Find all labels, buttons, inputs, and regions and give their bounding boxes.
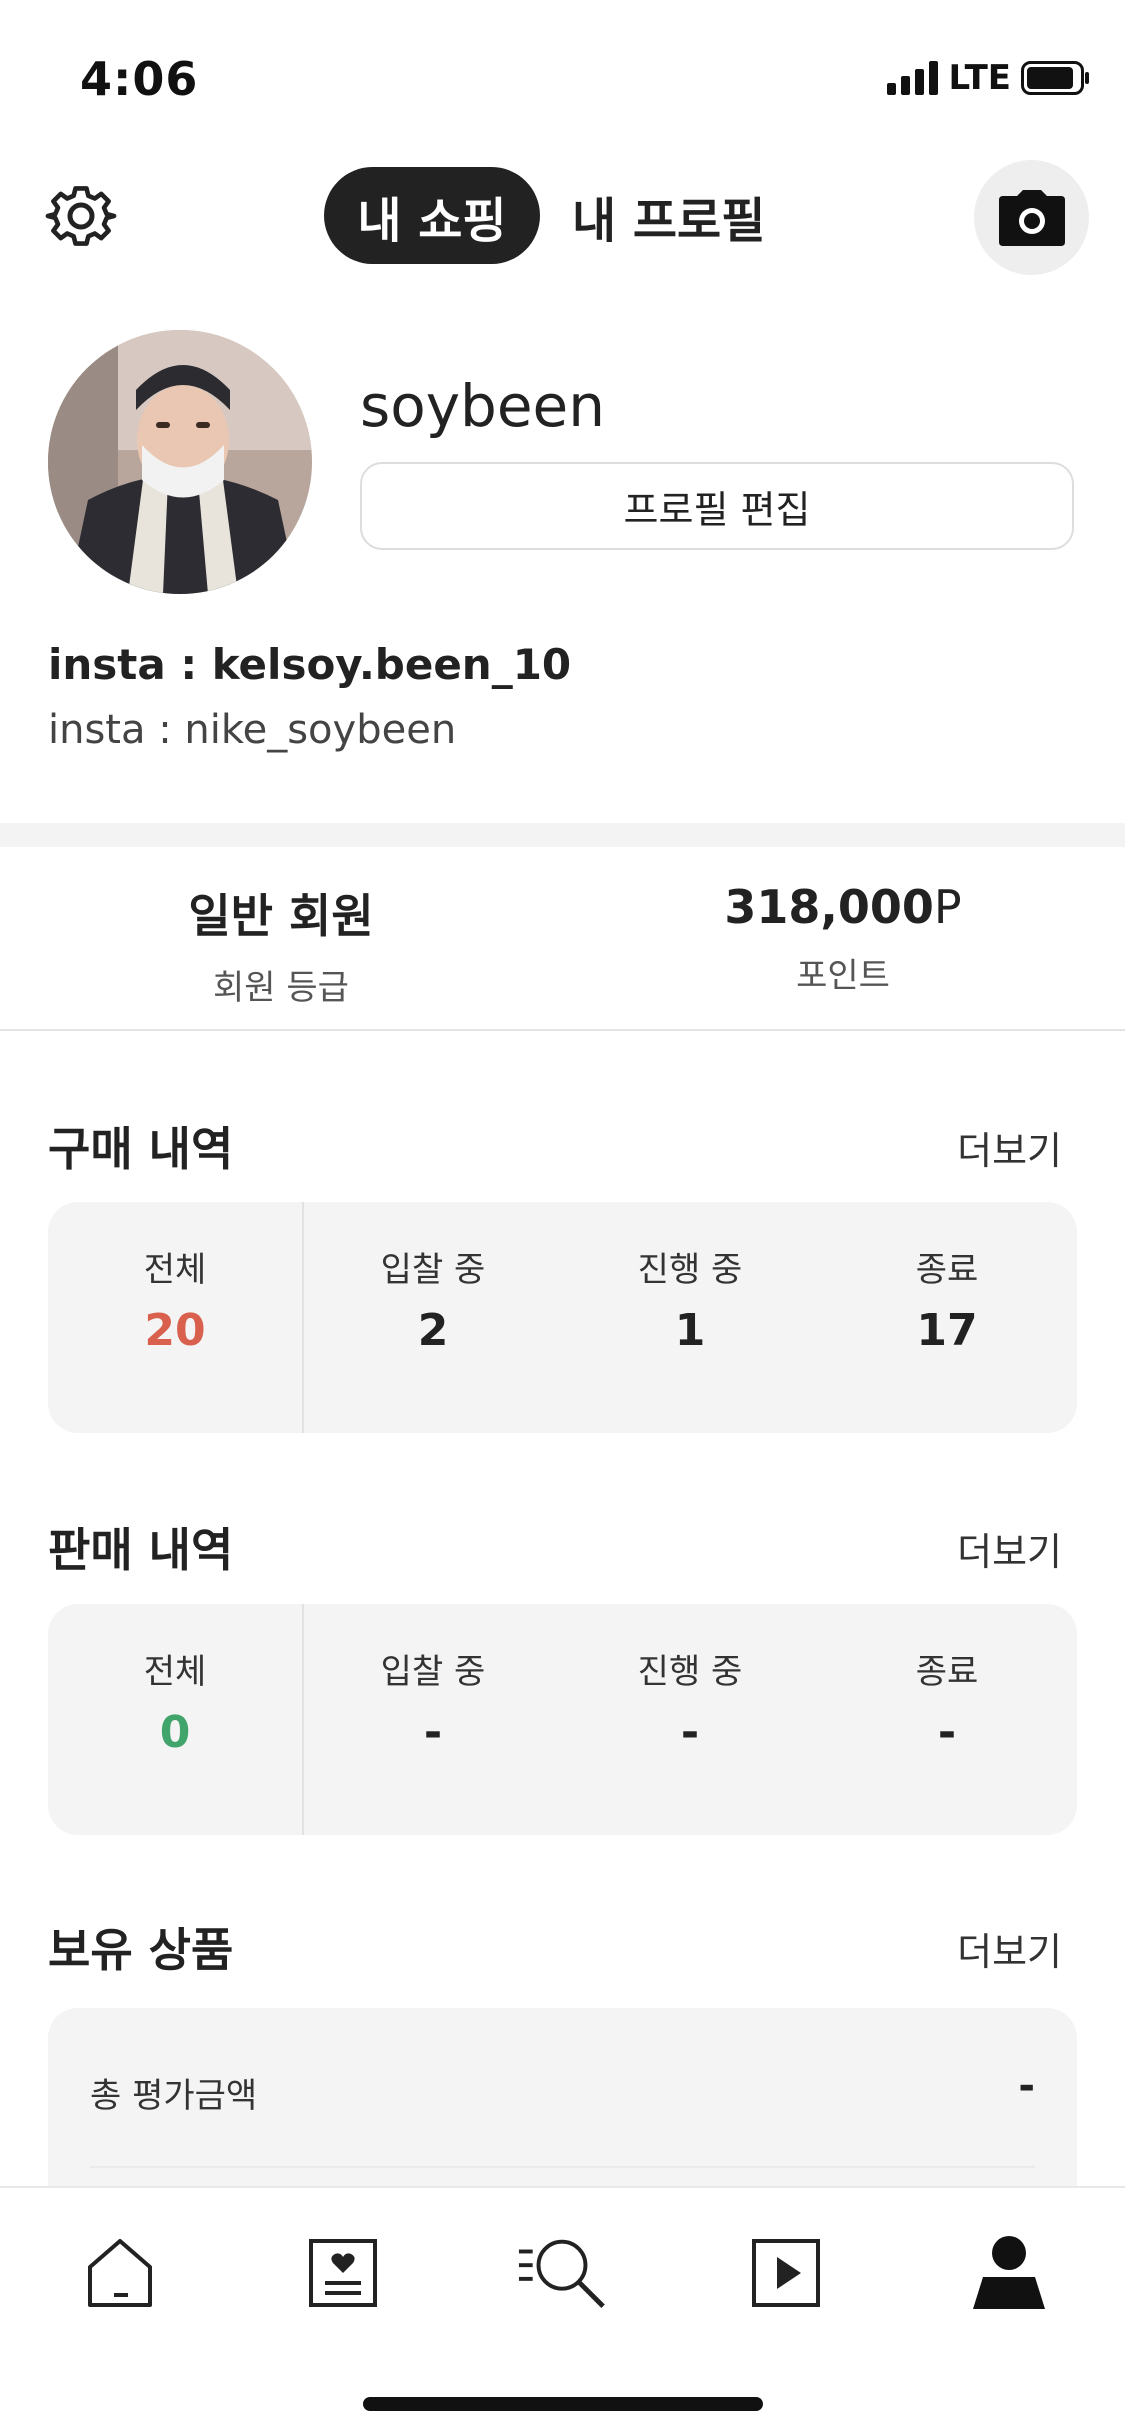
cell-label: 진행 중 xyxy=(637,1652,743,1692)
points[interactable]: 318,000P 포인트 xyxy=(562,880,1124,997)
cell-label: 전체 xyxy=(143,1250,207,1290)
cell-value: 0 xyxy=(159,1707,191,1758)
sales-more-link[interactable]: 더보기 xyxy=(957,1521,1062,1576)
settings-button[interactable] xyxy=(40,175,122,257)
nav-my-page[interactable] xyxy=(964,2228,1054,2318)
network-label: LTE xyxy=(948,58,1011,98)
cell-label: 입찰 중 xyxy=(380,1652,486,1692)
purchase-more-link[interactable]: 더보기 xyxy=(957,1120,1062,1175)
battery-icon xyxy=(1021,61,1089,95)
tab-my-shopping[interactable]: 내 쇼핑 xyxy=(324,167,540,264)
purchase-in-progress[interactable]: 진행 중 1 xyxy=(590,1242,790,1356)
sales-summary-card: 전체 0 입찰 중 - 진행 중 - 종료 - xyxy=(48,1604,1077,1835)
bio-line-1: insta : kelsoy.been_10 xyxy=(48,640,572,689)
username: soybeen xyxy=(360,372,605,440)
grade-label: 회원 등급 xyxy=(213,968,349,1008)
search-list-icon xyxy=(518,2239,605,2308)
points-label: 포인트 xyxy=(796,956,890,996)
cell-value: 20 xyxy=(144,1305,206,1356)
sales-history-title: 판매 내역 xyxy=(48,1523,234,1577)
cell-value: 1 xyxy=(674,1305,706,1356)
tab-my-profile[interactable]: 내 프로필 xyxy=(572,167,765,264)
grade-value: 일반 회원 xyxy=(188,889,374,943)
points-value: 318,000P xyxy=(724,880,962,934)
camera-icon xyxy=(998,189,1065,246)
total-value-label: 총 평가금액 xyxy=(90,2076,258,2116)
nav-feed[interactable] xyxy=(298,2228,388,2318)
sales-in-progress[interactable]: 진행 중 - xyxy=(590,1644,790,1758)
cell-label: 진행 중 xyxy=(637,1250,743,1290)
bio-line-2: insta : nike_soybeen xyxy=(48,707,457,753)
divider xyxy=(0,1029,1125,1031)
home-indicator[interactable] xyxy=(363,2397,763,2411)
cell-label: 입찰 중 xyxy=(380,1250,486,1290)
card-divider xyxy=(302,1202,304,1433)
heart-card-icon xyxy=(309,2239,377,2307)
total-value: - xyxy=(1018,2063,1035,2109)
cell-label: 전체 xyxy=(143,1652,207,1692)
cell-value: 2 xyxy=(417,1305,449,1356)
cell-value: 17 xyxy=(916,1305,978,1356)
sales-bidding[interactable]: 입찰 중 - xyxy=(333,1644,533,1758)
purchase-total[interactable]: 전체 20 xyxy=(75,1242,275,1356)
sales-ended[interactable]: 종료 - xyxy=(847,1644,1047,1758)
nav-video[interactable] xyxy=(741,2228,831,2318)
cell-label: 종료 xyxy=(915,1652,979,1692)
holdings-title: 보유 상품 xyxy=(48,1923,234,1977)
signal-icon xyxy=(886,61,938,95)
purchase-summary-card: 전체 20 입찰 중 2 진행 중 1 종료 17 xyxy=(48,1202,1077,1433)
membership-grade[interactable]: 일반 회원 회원 등급 xyxy=(0,880,562,1009)
home-icon xyxy=(88,2239,152,2307)
sales-total[interactable]: 전체 0 xyxy=(75,1644,275,1758)
avatar-photo xyxy=(48,330,312,594)
cell-value: - xyxy=(423,1707,443,1758)
purchase-bidding[interactable]: 입찰 중 2 xyxy=(333,1242,533,1356)
play-icon xyxy=(752,2239,820,2307)
person-icon xyxy=(973,2236,1045,2309)
gear-icon xyxy=(45,186,117,246)
cell-label: 종료 xyxy=(915,1250,979,1290)
section-divider xyxy=(0,823,1125,847)
purchase-history-title: 구매 내역 xyxy=(48,1122,234,1176)
camera-button[interactable] xyxy=(974,160,1089,275)
card-divider xyxy=(302,1604,304,1835)
cell-value: - xyxy=(937,1707,957,1758)
status-indicators: LTE xyxy=(886,58,1091,98)
avatar[interactable] xyxy=(48,330,312,594)
purchase-ended[interactable]: 종료 17 xyxy=(847,1242,1047,1356)
nav-search[interactable] xyxy=(517,2228,607,2318)
holdings-divider xyxy=(90,2166,1035,2168)
status-time: 4:06 xyxy=(80,52,199,106)
edit-profile-button[interactable]: 프로필 편집 xyxy=(360,462,1074,550)
holdings-more-link[interactable]: 더보기 xyxy=(957,1921,1062,1976)
nav-home[interactable] xyxy=(75,2228,165,2318)
cell-value: - xyxy=(680,1707,700,1758)
